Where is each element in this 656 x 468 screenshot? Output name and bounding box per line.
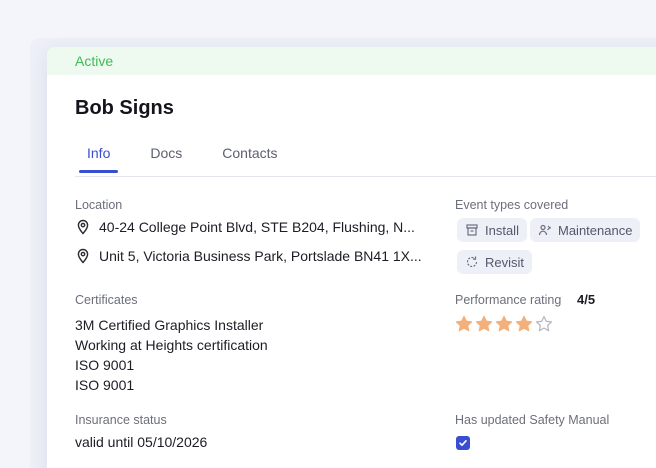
certificate-item: ISO 9001 xyxy=(75,377,135,393)
chip-install-label: Install xyxy=(485,222,519,238)
chip-revisit: Revisit xyxy=(457,250,533,274)
chip-maintenance: Maintenance xyxy=(530,218,641,242)
insurance-value: valid until 05/10/2026 xyxy=(75,434,208,450)
performance-value: 4/5 xyxy=(577,292,596,307)
checkmark-icon xyxy=(459,440,467,446)
page-title: Bob Signs xyxy=(75,97,174,119)
tab-docs[interactable]: Docs xyxy=(150,145,182,173)
revisit-icon xyxy=(466,256,478,268)
address-2: Unit 5, Victoria Business Park, Portslad… xyxy=(99,248,422,264)
chip-maintenance-label: Maintenance xyxy=(558,222,633,238)
star-filled-icon xyxy=(475,315,493,332)
maintenance-icon xyxy=(538,224,551,236)
location-pin-icon xyxy=(75,219,91,235)
star-filled-icon xyxy=(455,315,473,332)
address-1: 40-24 College Point Blvd, STE B204, Flus… xyxy=(99,219,415,235)
certificates-label: Certificates xyxy=(75,293,138,307)
star-empty-icon xyxy=(535,315,553,332)
vendor-card: Active Bob Signs Info Docs Contacts Loca… xyxy=(47,47,656,468)
status-banner: Active xyxy=(47,47,656,75)
status-text: Active xyxy=(75,53,114,69)
certificate-item: 3M Certified Graphics Installer xyxy=(75,317,264,333)
performance-label: Performance rating xyxy=(455,293,562,307)
safety-manual-checkbox[interactable] xyxy=(456,436,470,450)
tab-bar: Info Docs Contacts xyxy=(78,145,656,173)
safety-manual-label: Has updated Safety Manual xyxy=(455,413,610,427)
chip-install: Install xyxy=(457,218,527,242)
tab-info[interactable]: Info xyxy=(78,145,119,173)
location-row-1: 40-24 College Point Blvd, STE B204, Flus… xyxy=(75,219,415,235)
event-types-label: Event types covered xyxy=(455,198,569,212)
insurance-label: Insurance status xyxy=(75,413,167,427)
certificate-item: Working at Heights certification xyxy=(75,337,268,353)
install-icon xyxy=(466,224,478,236)
certificates-list: 3M Certified Graphics Installer Working … xyxy=(75,315,268,395)
location-pin-icon xyxy=(75,248,91,264)
star-filled-icon xyxy=(495,315,513,332)
location-label: Location xyxy=(75,198,123,212)
tab-divider xyxy=(75,176,656,177)
chip-revisit-label: Revisit xyxy=(485,254,525,270)
star-filled-icon xyxy=(515,315,533,332)
location-row-2: Unit 5, Victoria Business Park, Portslad… xyxy=(75,248,422,264)
star-rating xyxy=(455,315,553,333)
certificate-item: ISO 9001 xyxy=(75,357,135,373)
tab-contacts[interactable]: Contacts xyxy=(222,145,277,173)
